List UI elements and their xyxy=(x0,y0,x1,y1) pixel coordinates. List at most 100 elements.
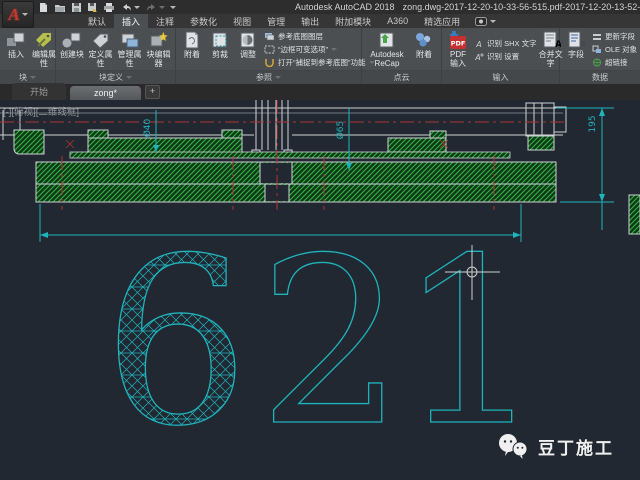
dim-dia40-text: Ø40 xyxy=(142,118,153,137)
pdf-import-label: PDF 输入 xyxy=(445,51,471,69)
frame-option-caret-icon xyxy=(331,48,337,51)
panel-reference-title: 参照 xyxy=(256,72,272,83)
new-file-button[interactable] xyxy=(38,2,49,13)
performance-recorder-button[interactable] xyxy=(468,14,503,28)
ole-object-label: OLE 对象 xyxy=(605,44,637,55)
adjust-label: 调整 xyxy=(240,51,256,60)
tab-view[interactable]: 视图 xyxy=(225,14,259,28)
attach-label: 附着 xyxy=(184,51,200,60)
redo-button[interactable] xyxy=(145,2,165,13)
attach-button[interactable]: 附着 xyxy=(178,29,206,70)
block-editor-icon xyxy=(148,30,170,50)
plot-button[interactable] xyxy=(103,2,115,13)
save-as-button[interactable] xyxy=(87,2,98,13)
field-icon: A xyxy=(565,30,587,50)
panel-reference: 附着 剪裁 调整 参考底图图层 “边框可变选项” xyxy=(176,28,362,84)
point-cloud-attach-button[interactable]: 附着 xyxy=(410,29,438,70)
edit-attributes-label: 编辑属性 xyxy=(31,51,57,69)
open-file-button[interactable] xyxy=(54,2,66,13)
snap-icon xyxy=(264,58,275,67)
app-title: Autodesk AutoCAD 2018 xyxy=(295,2,395,12)
panel-data-label[interactable]: 数据 xyxy=(560,70,640,84)
frame-option-label: “边框可变选项” xyxy=(278,44,328,55)
tab-addins[interactable]: 附加模块 xyxy=(327,14,379,28)
insert-block-icon xyxy=(5,30,27,50)
window-title: Autodesk AutoCAD 2018 zong.dwg-2017-12-2… xyxy=(295,0,640,14)
panel-block-caret-icon xyxy=(30,76,36,79)
create-block-button[interactable]: 创建块 xyxy=(58,29,86,70)
snap-to-underlay-button[interactable]: 打开“捕捉到参考底图”功能 xyxy=(264,57,375,69)
ole-object-icon xyxy=(592,45,602,54)
panel-block-label[interactable]: 块 xyxy=(0,70,55,84)
svg-text:A: A xyxy=(474,53,480,61)
qat-customize-icon[interactable] xyxy=(170,6,176,9)
pdf-import-icon: PDF xyxy=(447,30,469,50)
attach-icon xyxy=(182,30,202,50)
tab-featured-apps[interactable]: 精选应用 xyxy=(416,14,468,28)
dim-621-text: 6 2 1 xyxy=(103,210,544,475)
recognize-shx-button[interactable]: A 识别 SHX 文字 xyxy=(474,37,537,49)
underlay-layers-button[interactable]: 参考底图图层 xyxy=(264,31,375,43)
edit-attributes-icon xyxy=(33,30,55,50)
printer-icon xyxy=(103,2,115,13)
new-file-icon xyxy=(38,2,49,13)
recap-button[interactable]: Autodesk ReCap xyxy=(364,29,410,70)
redo-dropdown-icon[interactable] xyxy=(159,6,165,9)
layers-icon xyxy=(264,32,275,41)
new-drawing-tab-button[interactable]: + xyxy=(145,85,160,99)
base-plates xyxy=(36,162,556,202)
undo-dropdown-icon[interactable] xyxy=(134,6,140,9)
ole-object-button[interactable]: OLE 对象 xyxy=(592,44,637,56)
tab-output[interactable]: 输出 xyxy=(293,14,327,28)
ribbon: 插入 编辑属性 块 创建块 定义属性 管理属性 xyxy=(0,28,640,84)
recognition-settings-icon: A xyxy=(474,52,484,61)
panel-data: A 字段 更新字段 OLE 对象 超链接 数据 xyxy=(560,28,640,84)
svg-text:A: A xyxy=(580,40,587,49)
tab-manage[interactable]: 管理 xyxy=(259,14,293,28)
digit-6: 6 xyxy=(103,210,249,475)
define-attributes-button[interactable]: 定义属性 xyxy=(86,29,115,70)
panel-reference-label[interactable]: 参照 xyxy=(176,70,361,84)
update-fields-button[interactable]: 更新字段 xyxy=(592,31,637,43)
panel-block-definition-label[interactable]: 块定义 xyxy=(56,70,175,84)
hyperlink-icon xyxy=(592,58,602,67)
document-title: zong.dwg-2017-12-20-10-33-56-515.pdf-201… xyxy=(403,2,640,12)
edit-attributes-button[interactable]: 编辑属性 xyxy=(30,29,58,70)
undo-button[interactable] xyxy=(120,2,140,13)
field-button[interactable]: A 字段 xyxy=(562,29,590,70)
frame-option-button[interactable]: “边框可变选项” xyxy=(264,44,375,56)
file-tab-start[interactable]: 开始 xyxy=(12,83,66,100)
tab-a360[interactable]: A360 xyxy=(379,14,416,28)
clip-label: 剪裁 xyxy=(212,51,228,60)
adjust-button[interactable]: 调整 xyxy=(234,29,262,70)
recognition-settings-button[interactable]: A 识别 设置 xyxy=(474,50,537,62)
block-editor-button[interactable]: 块编辑器 xyxy=(144,29,173,70)
save-icon xyxy=(71,2,82,13)
tab-insert[interactable]: 插入 xyxy=(114,14,148,28)
manage-attributes-label: 管理属性 xyxy=(116,51,143,69)
watermark-text: 豆丁施工 xyxy=(538,434,614,459)
shx-text-icon: A xyxy=(474,39,484,48)
insert-block-button[interactable]: 插入 xyxy=(2,29,30,70)
pdf-import-button[interactable]: PDF PDF 输入 xyxy=(444,29,472,70)
tab-parametric[interactable]: 参数化 xyxy=(182,14,225,28)
dim-195-text: 195 xyxy=(588,115,598,132)
panel-point-cloud-label[interactable]: 点云 xyxy=(362,70,441,84)
define-attributes-label: 定义属性 xyxy=(87,51,114,69)
file-tab-zong[interactable]: zong* xyxy=(70,86,141,100)
tab-default[interactable]: 默认 xyxy=(80,14,114,28)
cad-drawing: Ø40 Ø65 195 6 2 1 xyxy=(0,100,640,475)
point-cloud-icon xyxy=(413,30,435,50)
application-menu-button[interactable]: A xyxy=(2,1,34,28)
model-space-canvas[interactable]: [-][俯视][二维线框] xyxy=(0,100,640,475)
redo-icon xyxy=(145,2,158,13)
save-button[interactable] xyxy=(71,2,82,13)
panel-block: 插入 编辑属性 块 xyxy=(0,28,56,84)
tab-annotate[interactable]: 注释 xyxy=(148,14,182,28)
panel-import-label[interactable]: 输入 xyxy=(442,70,559,84)
manage-attributes-button[interactable]: 管理属性 xyxy=(115,29,144,70)
viewport-controls[interactable]: [-][俯视][二维线框] xyxy=(3,104,79,118)
update-fields-label: 更新字段 xyxy=(605,31,635,42)
hyperlink-button[interactable]: 超链接 xyxy=(592,57,637,69)
clip-button[interactable]: 剪裁 xyxy=(206,29,234,70)
